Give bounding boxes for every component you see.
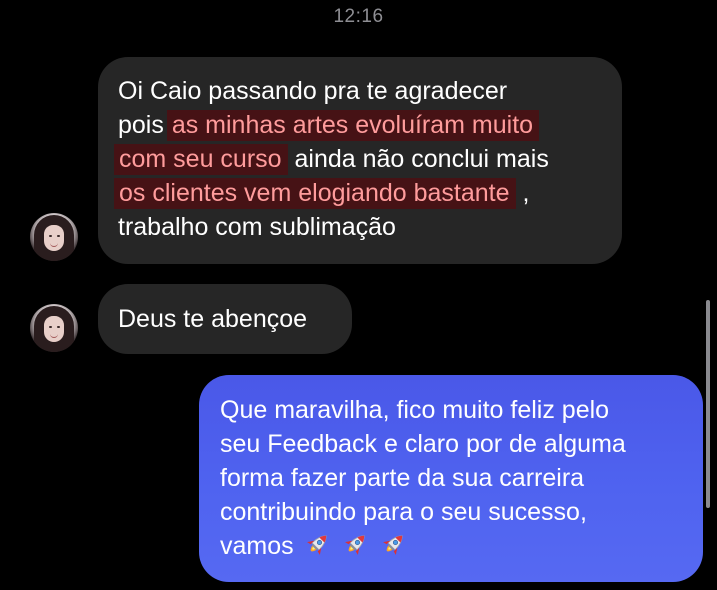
message-text: Oi Caio passando pra te agradecer	[118, 77, 508, 105]
sender-avatar[interactable]	[30, 304, 78, 352]
incoming-message-bubble[interactable]: Oi Caio passando pra te agradecer pois a…	[98, 57, 622, 264]
message-line: Oi Caio passando pra te agradecer	[118, 74, 606, 108]
message-text: trabalho com sublimação	[118, 213, 396, 241]
message-line: trabalho com sublimação	[118, 210, 606, 244]
highlighted-text: as minhas artes evoluíram muito	[166, 110, 540, 141]
message-line: seu Feedback e claro por de alguma	[220, 430, 626, 458]
message-text: vamos	[220, 532, 294, 560]
message-line: com seu curso ainda não conclui mais	[114, 142, 606, 176]
rocket-icon	[344, 535, 365, 555]
message-line: contribuindo para o seu sucesso,	[220, 498, 587, 526]
message-line: pois as minhas artes evoluíram muito	[118, 108, 606, 142]
message-line: forma fazer parte da sua carreira	[220, 464, 585, 492]
highlighted-text: os clientes vem elogiando bastante	[114, 178, 516, 209]
message-text: ,	[515, 179, 530, 207]
message-text: ainda não conclui mais	[287, 145, 549, 173]
incoming-message-bubble[interactable]: Deus te abençoe	[98, 284, 352, 354]
sender-avatar[interactable]	[30, 213, 78, 261]
message-line: Que maravilha, fico muito feliz pelo	[220, 396, 610, 424]
message-line: os clientes vem elogiando bastante ,	[114, 176, 606, 210]
message-text: Deus te abençoe	[118, 305, 308, 333]
rocket-icon	[306, 535, 327, 555]
outgoing-message-bubble[interactable]: Que maravilha, fico muito feliz pelo seu…	[199, 375, 703, 582]
message-text: pois	[118, 111, 171, 139]
chat-screen: 12:16 Oi Caio passando pra te agradecer …	[0, 0, 717, 590]
rocket-icon	[382, 535, 403, 555]
message-line-with-emoji: vamos	[220, 529, 693, 563]
scrollbar[interactable]	[706, 300, 710, 508]
highlighted-text: com seu curso	[114, 144, 288, 175]
message-timestamp: 12:16	[333, 6, 384, 27]
